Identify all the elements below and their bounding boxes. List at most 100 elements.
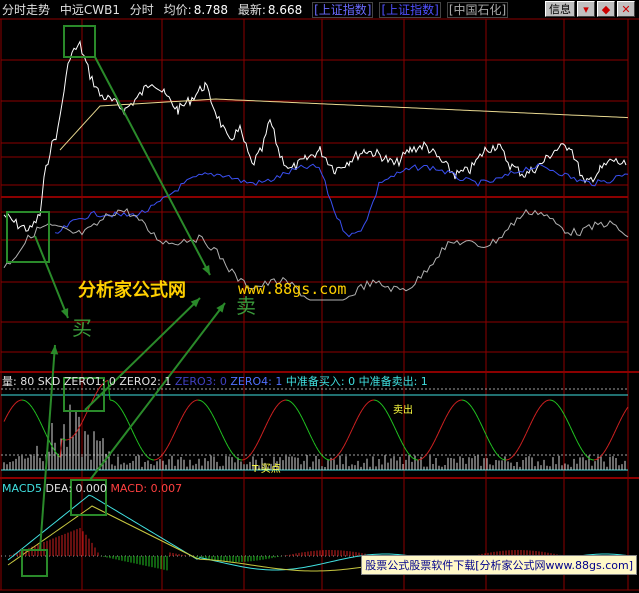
oscillator-segment xyxy=(23,399,27,402)
oscillator-segment xyxy=(307,430,311,435)
oscillator-segment xyxy=(575,438,579,444)
oscillator-segment xyxy=(225,442,229,447)
skd-label: SKD xyxy=(37,375,61,388)
oscillator-segment xyxy=(589,458,593,461)
oscillator-segment xyxy=(515,449,519,453)
oscillator-segment xyxy=(341,445,345,450)
arrow-osc-to-sell xyxy=(84,297,201,411)
oscillator-segment xyxy=(27,402,31,406)
oscillator-segment xyxy=(279,400,283,404)
oscillator-segment xyxy=(155,458,159,461)
oscillator-segment xyxy=(447,409,451,414)
oscillator-segment xyxy=(269,413,273,418)
oscillator-segment xyxy=(391,421,395,427)
oscillator-segment xyxy=(565,417,569,423)
oscillator-segment xyxy=(611,433,615,439)
oscillator-segment xyxy=(183,409,187,414)
oscillator-segment xyxy=(475,413,479,419)
oscillator-segment xyxy=(347,433,351,439)
oscillator-segment xyxy=(465,400,469,404)
oscillator-segment xyxy=(157,456,161,460)
footer-banner[interactable]: 股票公式股票软件下载[分析家公式网www.88gs.com] xyxy=(361,555,637,575)
buy-point-annotation: T-买点 xyxy=(252,464,281,475)
oscillator-segment xyxy=(149,458,153,461)
oscillator-segment xyxy=(345,437,349,443)
oscillator-segment xyxy=(187,404,191,408)
oscillator-segment xyxy=(265,421,269,426)
oscillator-segment xyxy=(529,420,533,426)
oscillator-segment xyxy=(567,421,571,427)
oscillator-segment xyxy=(127,421,131,427)
oscillator-segment xyxy=(39,421,43,426)
oscillator-segment xyxy=(209,410,213,415)
oscillator-segment xyxy=(311,438,315,443)
oscillator-segment xyxy=(203,402,207,406)
oscillator-segment xyxy=(201,400,205,404)
oscillator-segment xyxy=(95,390,99,394)
oscillator-segment xyxy=(397,434,401,439)
oscillator-segment xyxy=(261,429,265,435)
oscillator-segment xyxy=(551,399,555,402)
oscillator-segment xyxy=(255,442,259,447)
oscillator-segment xyxy=(521,437,525,443)
oscillator-segment xyxy=(619,416,623,422)
oscillator-segment xyxy=(451,404,455,408)
oscillator-segment xyxy=(289,400,293,404)
oscillator-segment xyxy=(501,458,505,461)
oscillator-segment xyxy=(523,433,527,439)
oscillator-segment xyxy=(167,442,171,447)
oscillator-segment xyxy=(263,425,267,430)
oscillator-segment xyxy=(291,402,295,406)
oscillator-segment xyxy=(251,449,255,453)
oscillator-segment xyxy=(141,449,145,454)
oscillator-segment xyxy=(125,417,129,422)
oscillator-segment xyxy=(393,425,397,431)
oscillator-segment xyxy=(383,407,387,411)
oscillator-segment xyxy=(615,424,619,430)
oscillator-segment xyxy=(323,456,327,460)
oscillator-segment xyxy=(123,413,127,418)
oscillator-segment xyxy=(207,407,211,411)
oscillator-segment xyxy=(37,417,41,422)
oscillator-segment xyxy=(545,399,549,402)
oscillator-segment xyxy=(293,404,297,408)
oscillator-segment xyxy=(379,402,383,406)
oscillator-segment xyxy=(389,417,393,423)
oscillator-segment xyxy=(115,402,119,406)
oscillator-segment xyxy=(211,413,215,418)
oscillator-segment xyxy=(427,449,431,453)
oscillator-segment xyxy=(185,406,189,411)
oscillator-segment xyxy=(297,410,301,415)
oscillator-segment xyxy=(477,417,481,423)
oscillator-segment xyxy=(489,442,493,447)
oscillator-segment xyxy=(227,446,231,451)
oscillator-segment xyxy=(189,402,193,406)
oscillator-segment xyxy=(357,413,361,418)
oscillator-segment xyxy=(365,402,369,405)
oscillator-segment xyxy=(177,421,181,426)
oscillator-segment xyxy=(353,421,357,426)
oscillator-segment xyxy=(493,449,497,454)
oscillator-segment xyxy=(259,433,263,439)
arrow-peak-to-sell xyxy=(94,56,211,276)
oscillator-segment xyxy=(267,417,271,422)
oscillator-segment xyxy=(509,456,513,460)
oscillator-segment xyxy=(405,449,409,454)
oscillator-segment xyxy=(499,457,503,460)
chart-window: 分时走势 中远CWB1 分时 均价: 8.788 最新: 8.668 [上证指数][… xyxy=(0,0,639,593)
oscillator-segment xyxy=(607,441,611,447)
oscillator-segment xyxy=(131,429,135,435)
oscillator-segment xyxy=(585,455,589,458)
oscillator-segment xyxy=(519,441,523,447)
oscillator-segment xyxy=(367,400,371,403)
oscillator-segment xyxy=(539,404,543,408)
oscillator-segment xyxy=(613,429,617,434)
oscillator-segment xyxy=(175,425,179,431)
oscillator-segment xyxy=(11,404,15,408)
oscillator-segment xyxy=(409,455,413,458)
oscillator-segment xyxy=(375,399,379,402)
oscillator-segment xyxy=(117,404,121,408)
oscillator-segment xyxy=(305,425,309,431)
oscillator-segment xyxy=(213,417,217,422)
oscillator-segment xyxy=(497,455,501,458)
